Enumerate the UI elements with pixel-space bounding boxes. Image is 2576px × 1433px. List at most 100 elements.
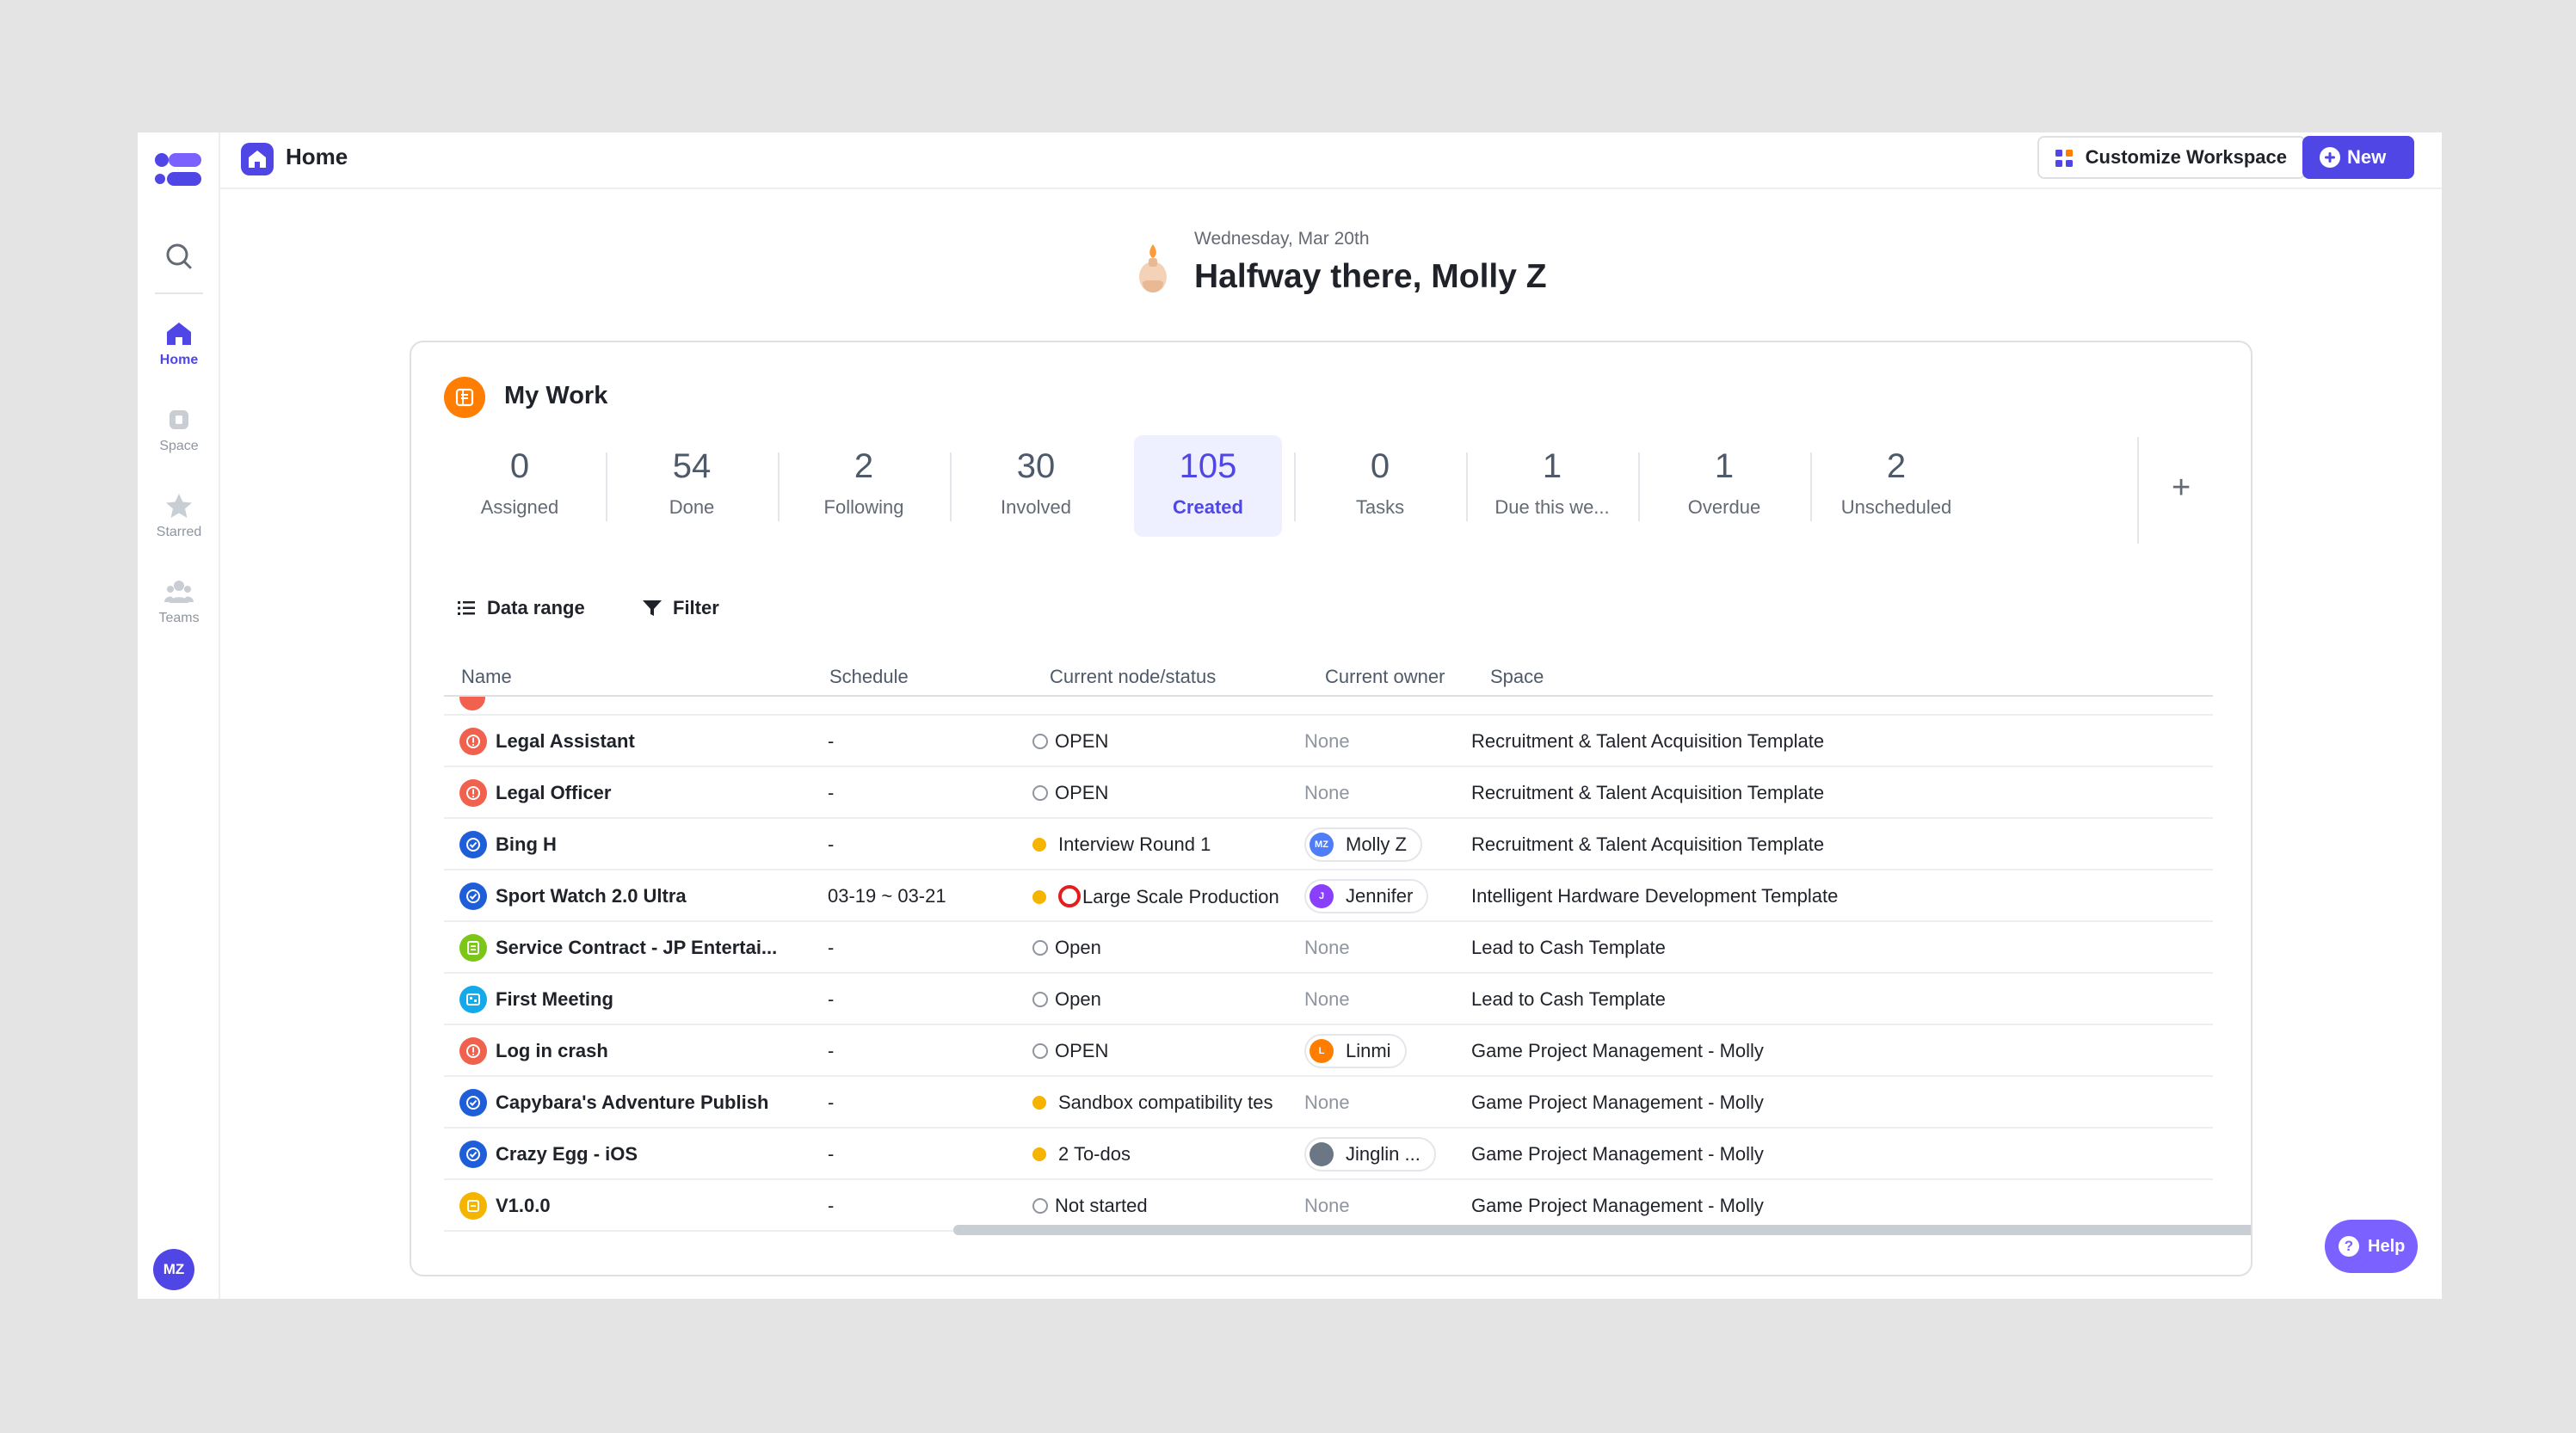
table-row[interactable]: Bing H - Interview Round 1 MZ Molly Z Rec…	[444, 819, 2213, 870]
search-icon[interactable]	[157, 234, 201, 279]
new-label: New	[2347, 146, 2387, 168]
sidebar-item-teams[interactable]: Teams	[138, 578, 220, 647]
stat-done[interactable]: 54 Done	[618, 435, 766, 537]
teams-icon	[164, 581, 194, 603]
question-icon: ?	[2339, 1236, 2359, 1257]
stat-label: Following	[823, 496, 904, 518]
row-space[interactable]: Game Project Management - Molly	[1471, 1092, 2074, 1114]
stat-label: Unscheduled	[1840, 496, 1952, 518]
stat-label: Assigned	[480, 496, 559, 518]
row-schedule: -	[828, 988, 835, 1010]
stat-involved[interactable]: 30 Involved	[962, 435, 1110, 537]
table-row-partial[interactable]	[444, 697, 2213, 716]
table-row[interactable]: Legal Assistant - OPEN None Recruitment …	[444, 716, 2213, 767]
user-avatar[interactable]: MZ	[153, 1249, 194, 1290]
stat-tasks[interactable]: 0 Tasks	[1306, 435, 1454, 537]
app-logo[interactable]	[150, 148, 208, 193]
row-space[interactable]: Intelligent Hardware Development Templat…	[1471, 885, 2074, 907]
row-name[interactable]: Crazy Egg - iOS	[496, 1143, 805, 1165]
stat-value: 54	[672, 447, 712, 485]
stat-label: Done	[669, 496, 715, 518]
contract-icon	[459, 934, 487, 962]
horizontal-scrollbar[interactable]	[953, 1225, 2251, 1235]
row-owner: None	[1304, 1092, 1350, 1113]
row-space[interactable]: Game Project Management - Molly	[1471, 1143, 2074, 1165]
row-status-text: Open	[1055, 937, 1101, 958]
add-stat-button[interactable]: +	[2172, 470, 2191, 507]
row-owner: None	[1304, 937, 1350, 958]
customize-workspace-button[interactable]: Customize Workspace	[2037, 136, 2306, 179]
row-name[interactable]: Capybara's Adventure Publish	[496, 1092, 805, 1114]
column-header-name[interactable]: Name	[461, 666, 512, 688]
sidebar-item-starred[interactable]: Starred	[138, 492, 220, 561]
owner-chip[interactable]: Jinglin ...	[1304, 1137, 1436, 1172]
sidebar-item-label: Home	[159, 353, 199, 367]
row-name[interactable]: Bing H	[496, 833, 805, 856]
owner-chip[interactable]: L Linmi	[1304, 1034, 1407, 1068]
check-circle-icon	[459, 831, 487, 858]
row-space[interactable]: Game Project Management - Molly	[1471, 1040, 2074, 1062]
row-name[interactable]: Legal Officer	[496, 782, 805, 804]
owner-name: Linmi	[1346, 1040, 1391, 1061]
row-name[interactable]: Sport Watch 2.0 Ultra	[496, 885, 805, 907]
row-name[interactable]: Log in crash	[496, 1040, 805, 1062]
column-header-owner[interactable]: Current owner	[1325, 666, 1445, 688]
stat-label: Involved	[1001, 496, 1071, 518]
row-status-text: Open	[1055, 988, 1101, 1010]
check-circle-icon	[459, 1141, 487, 1168]
row-space[interactable]: Game Project Management - Molly	[1471, 1195, 2074, 1217]
stat-unscheduled[interactable]: 2 Unscheduled	[1822, 435, 1970, 537]
grid-icon	[2055, 150, 2073, 167]
column-header-schedule[interactable]: Schedule	[829, 666, 909, 688]
issue-icon	[459, 728, 487, 755]
status-in-progress-icon	[1032, 890, 1046, 904]
stat-following[interactable]: 2 Following	[790, 435, 938, 537]
stat-assigned[interactable]: 0 Assigned	[446, 435, 594, 537]
owner-chip[interactable]: MZ Molly Z	[1304, 827, 1422, 862]
row-name[interactable]: Service Contract - JP Entertai...	[496, 937, 805, 959]
meeting-icon	[459, 986, 487, 1013]
row-schedule: -	[828, 730, 835, 752]
table-row[interactable]: Sport Watch 2.0 Ultra 03-19 ~ 03-21 Larg…	[444, 870, 2213, 922]
filter-button[interactable]: Filter	[642, 597, 719, 619]
row-name[interactable]: Legal Assistant	[496, 730, 805, 753]
row-space[interactable]: Lead to Cash Template	[1471, 988, 2074, 1011]
table-row[interactable]: Capybara's Adventure Publish - Sandbox c…	[444, 1077, 2213, 1129]
stat-divider	[778, 452, 780, 521]
top-bar: Home Customize Workspace New	[220, 132, 2442, 189]
row-schedule: -	[828, 782, 835, 803]
table-row[interactable]: Crazy Egg - iOS - 2 To-dos Jinglin ... G…	[444, 1129, 2213, 1180]
row-space[interactable]: Lead to Cash Template	[1471, 937, 2074, 959]
row-name[interactable]: First Meeting	[496, 988, 805, 1011]
data-range-button[interactable]: Data range	[456, 597, 585, 619]
owner-chip[interactable]: J Jennifer	[1304, 879, 1429, 913]
table-row[interactable]: Legal Officer - OPEN None Recruitment & …	[444, 767, 2213, 819]
stats-row: 0 Assigned 54 Done 2 Following 30 Involv…	[446, 435, 2166, 542]
table-row[interactable]: Service Contract - JP Entertai... - Open…	[444, 922, 2213, 974]
space-icon	[169, 410, 188, 429]
column-header-space[interactable]: Space	[1490, 666, 1544, 688]
table-row[interactable]: Log in crash - OPEN L Linmi Game Project …	[444, 1025, 2213, 1077]
table-row[interactable]: V1.0.0 - Not started None Game Project M…	[444, 1180, 2213, 1232]
new-button[interactable]: New	[2302, 136, 2414, 179]
status-open-icon	[1032, 940, 1048, 956]
sidebar-item-space[interactable]: Space	[138, 406, 220, 475]
row-name[interactable]: V1.0.0	[496, 1195, 805, 1217]
document-icon	[444, 377, 485, 418]
row-status-text: 2 To-dos	[1058, 1143, 1131, 1165]
row-space[interactable]: Recruitment & Talent Acquisition Templat…	[1471, 782, 2074, 804]
row-schedule: 03-19 ~ 03-21	[828, 885, 946, 907]
stat-label: Created	[1173, 496, 1243, 518]
stat-label: Tasks	[1355, 496, 1405, 518]
plus-circle-icon	[2320, 147, 2340, 168]
stat-created[interactable]: 105 Created	[1134, 435, 1282, 537]
row-space[interactable]: Recruitment & Talent Acquisition Templat…	[1471, 730, 2074, 753]
table-row[interactable]: First Meeting - Open None Lead to Cash T…	[444, 974, 2213, 1025]
stat-overdue[interactable]: 1 Overdue	[1650, 435, 1798, 537]
column-header-status[interactable]: Current node/status	[1050, 666, 1216, 688]
sidebar-item-home[interactable]: Home	[138, 320, 220, 389]
stat-due-this-week[interactable]: 1 Due this we...	[1478, 435, 1626, 537]
row-space[interactable]: Recruitment & Talent Acquisition Templat…	[1471, 833, 2074, 856]
help-button[interactable]: ? Help	[2325, 1220, 2418, 1273]
sidebar-item-label: Starred	[156, 525, 202, 539]
